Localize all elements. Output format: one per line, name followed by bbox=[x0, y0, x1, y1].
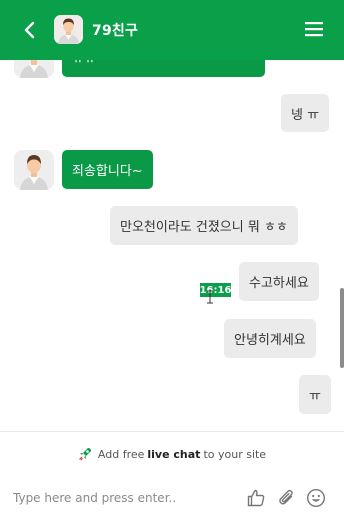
smiley-icon[interactable] bbox=[306, 488, 326, 508]
text-cursor-icon bbox=[207, 290, 213, 304]
promo-prefix: Add free bbox=[97, 447, 145, 461]
composer-divider bbox=[0, 431, 344, 432]
rocket-icon bbox=[78, 448, 91, 461]
scrollbar-thumb[interactable] bbox=[340, 288, 344, 368]
hamburger-menu-icon[interactable] bbox=[304, 19, 324, 39]
promo-link[interactable]: live chat bbox=[147, 448, 200, 461]
message-bubble-outgoing: 수고하세요 bbox=[239, 262, 319, 301]
chat-title: 79친구 bbox=[92, 23, 139, 39]
paperclip-icon[interactable] bbox=[277, 488, 297, 508]
message-input[interactable] bbox=[13, 488, 233, 508]
message-bubble-incoming: ㅠㅠ bbox=[62, 60, 265, 77]
agent-avatar bbox=[14, 60, 54, 78]
promo-suffix: to your site bbox=[203, 447, 267, 461]
message-list[interactable]: ㅠㅠ 넹 ㅠ 죄송합니다~ 만오천이라도 건졌으니 뭐 ㅎㅎ 수고하세요 안녕히… bbox=[0, 60, 344, 431]
message-bubble-outgoing: ㅠ bbox=[299, 375, 331, 414]
message-bubble-outgoing: 넹 ㅠ bbox=[281, 94, 330, 132]
message-bubble-incoming: 죄송합니다~ bbox=[62, 150, 153, 189]
header-avatar bbox=[54, 15, 83, 44]
message-bubble-outgoing: 만오천이라도 건졌으니 뭐 ㅎㅎ bbox=[110, 206, 298, 245]
chevron-left-icon[interactable] bbox=[20, 20, 40, 40]
promo-line[interactable]: Add free live chat to your site bbox=[0, 444, 344, 464]
agent-avatar bbox=[14, 150, 54, 190]
thumbs-up-icon[interactable] bbox=[246, 488, 266, 508]
message-bubble-outgoing: 안녕히계세요 bbox=[224, 319, 316, 358]
chat-header: 79친구 bbox=[0, 0, 344, 60]
message-composer bbox=[0, 480, 344, 517]
